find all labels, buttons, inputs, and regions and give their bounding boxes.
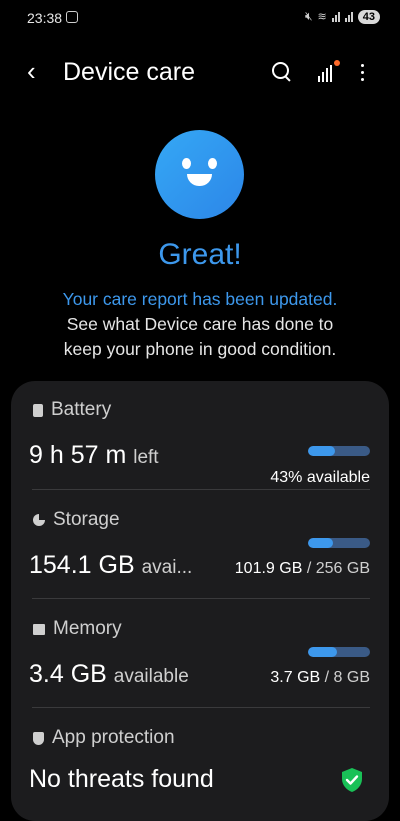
- status-headline: Great!: [158, 238, 242, 271]
- memory-chip-icon: [33, 623, 45, 635]
- more-vert-icon[interactable]: [352, 60, 376, 84]
- smiley-face-icon: [155, 130, 244, 219]
- memory-progress-bar: [308, 647, 370, 657]
- divider: [32, 707, 370, 708]
- bar-chart-icon[interactable]: [314, 60, 340, 84]
- status-bar: 23:38 🔇︎ ≋ 43: [0, 0, 400, 36]
- report-updated-text: Your care report has been updated.: [62, 289, 338, 309]
- app-protection-section[interactable]: App protection No threats found: [11, 727, 389, 817]
- notification-dot: [334, 60, 340, 66]
- app-protection-label: App protection: [52, 727, 175, 748]
- memory-label: Memory: [53, 618, 122, 639]
- battery-time-left: 9 h 57 m left: [29, 441, 159, 469]
- divider: [32, 598, 370, 599]
- battery-available: 43% available: [270, 469, 370, 486]
- search-icon[interactable]: [270, 60, 294, 84]
- wifi-icon: ≋: [317, 11, 327, 23]
- signal-icon-2: [344, 11, 353, 22]
- battery-progress-bar: [308, 446, 370, 456]
- memory-section[interactable]: Memory 3.4 GB available 3.7 GB / 8 GB: [11, 618, 389, 708]
- page-title: Device care: [63, 58, 195, 86]
- status-message: Your care report has been updated. See w…: [0, 287, 400, 362]
- memory-usage: 3.7 GB / 8 GB: [270, 669, 370, 686]
- battery-label: Battery: [51, 399, 112, 420]
- shield-check-icon: [340, 767, 364, 793]
- shield-icon: [33, 731, 44, 745]
- divider: [32, 489, 370, 490]
- battery-icon: [33, 403, 43, 417]
- status-time: 23:38: [27, 10, 63, 26]
- storage-section[interactable]: Storage 154.1 GB avai... 101.9 GB / 256 …: [11, 509, 389, 599]
- memory-available: 3.4 GB available: [29, 660, 189, 688]
- chevron-left-icon[interactable]: ‹: [27, 56, 36, 86]
- status-icons: 🔇︎ ≋ 43: [305, 9, 380, 24]
- screenshot-icon: [66, 11, 78, 23]
- mute-icon: 🔇︎: [304, 9, 313, 23]
- storage-usage: 101.9 GB / 256 GB: [234, 560, 370, 577]
- storage-progress-bar: [308, 538, 370, 548]
- storage-icon: [33, 514, 45, 526]
- app-header: ‹ Device care: [0, 54, 400, 94]
- signal-icon: [331, 11, 340, 22]
- storage-available: 154.1 GB avai...: [29, 551, 193, 579]
- threat-status: No threats found: [29, 765, 214, 793]
- description-line-2: keep your phone in good condition.: [63, 339, 337, 359]
- battery-indicator: 43: [357, 9, 380, 24]
- battery-section[interactable]: Battery 9 h 57 m left 43% available: [11, 399, 389, 489]
- description-line-1: See what Device care has done to: [66, 314, 334, 334]
- storage-label: Storage: [53, 509, 120, 530]
- device-care-card: Battery 9 h 57 m left 43% available Stor…: [11, 381, 389, 821]
